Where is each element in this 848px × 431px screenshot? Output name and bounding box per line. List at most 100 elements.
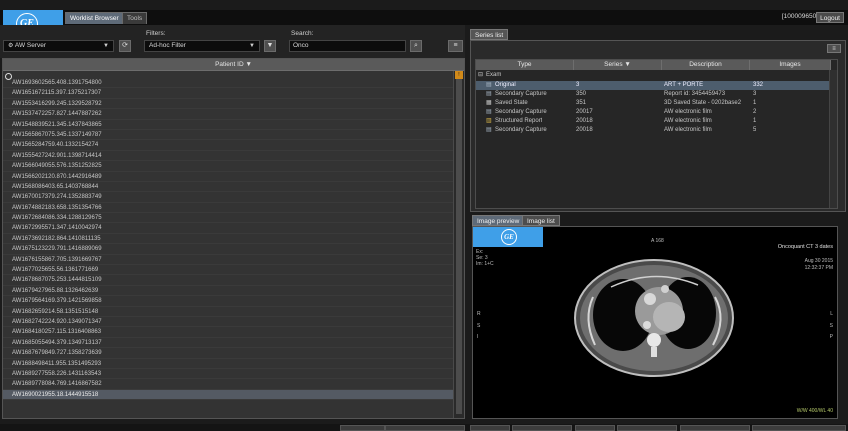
series-type-cell: Secondary Capture [495, 127, 547, 133]
search-icon: ⌕ [414, 42, 418, 49]
source-select[interactable]: ⚙ AW Server ▼ [3, 40, 114, 52]
server-icon: ⚙ [8, 43, 14, 49]
patient-row[interactable]: AW1688498411.955.1351495293 [3, 359, 454, 369]
bottom-toolbar-segment[interactable] [470, 425, 510, 431]
series-list-panel: ≡ Type Series ▼ Description Images ⊟ Exa… [470, 40, 846, 212]
patient-row[interactable]: AW1565867075.345.1337149787 [3, 130, 454, 141]
patient-row[interactable]: AW1687679849.727.1358273639 [3, 348, 454, 359]
bottom-toolbar-segment[interactable] [680, 425, 750, 431]
patient-row[interactable]: AW1689277558.226.1431163543 [3, 369, 454, 380]
patient-list-scrollbar[interactable]: ! [453, 71, 464, 418]
tab-worklist-browser[interactable]: Worklist Browser [65, 12, 124, 24]
series-row[interactable]: ▦ Saved State 351 3D Saved State - 0202base… [476, 99, 837, 108]
list-options-button[interactable]: ≡ [448, 40, 463, 52]
exam-group-row[interactable]: ⊟ Exam [476, 71, 837, 80]
patient-row[interactable]: AW1566202120.870.1442916489 [3, 172, 454, 182]
series-images-cell: 2 [753, 109, 757, 115]
filter-button[interactable]: ▼ [264, 40, 276, 52]
patient-row[interactable]: AW1566049055.576.1351252825 [3, 161, 454, 172]
series-images-cell: 1 [753, 100, 757, 106]
patient-rows: AW1693602565.408.1391754800 AW1651672115.… [3, 78, 454, 419]
patient-row[interactable]: AW1693602565.408.1391754800 [3, 78, 454, 89]
patient-row[interactable]: AW1679564169.379.1421569858 [3, 296, 454, 307]
patient-row[interactable]: AW1674882183.658.1351354766 [3, 203, 454, 214]
series-type-cell: Secondary Capture [495, 91, 547, 97]
patient-row[interactable]: AW1677025655.56.1361771669 [3, 265, 454, 276]
patient-row[interactable]: AW1679427965.88.1326462639 [3, 286, 454, 297]
patient-row[interactable]: AW1685055494.379.1349713137 [3, 338, 454, 349]
bottom-toolbar-segment[interactable] [575, 425, 615, 431]
image-viewer[interactable]: GE A 168 Oncoquant CT 3 dates Aug 30 201… [472, 226, 838, 419]
series-row[interactable]: ▤ Secondary Capture 20018 AW electronic fil… [476, 126, 837, 135]
series-number-cell: 351 [576, 100, 587, 106]
menu-icon: ≡ [832, 46, 836, 52]
image-stack-icon: ▤ [486, 127, 492, 133]
chevron-down-icon: ▼ [103, 43, 109, 49]
bottom-toolbar-segment[interactable] [385, 425, 465, 431]
tab-series-list[interactable]: Series list [470, 29, 509, 40]
series-row[interactable]: ▤ Secondary Capture 20017 AW electronic fil… [476, 108, 837, 117]
series-number-cell: 3 [576, 82, 580, 88]
bottom-toolbar-segment[interactable] [617, 425, 677, 431]
patient-row[interactable]: AW1651672115.397.1375217307 [3, 88, 454, 99]
exam-group-label: Exam [486, 72, 502, 78]
series-description-cell: AW electronic film [664, 118, 712, 124]
bottom-toolbar-segment[interactable] [512, 425, 572, 431]
patient-row[interactable]: AW1670017379.274.1352883749 [3, 192, 454, 203]
series-description-cell: 3D Saved State - 0202base2 [664, 100, 742, 106]
series-images-cell: 1 [753, 118, 757, 124]
patient-row[interactable]: AW1676155867.705.1391669767 [3, 255, 454, 266]
patient-row[interactable]: AW1568086403.65.1403768844 [3, 182, 454, 193]
patient-row[interactable]: AW1689778084.769.1416867582 [3, 379, 454, 390]
patient-row[interactable]: AW1565284759.40.1332154274 [3, 140, 454, 151]
filter-icon: ▼ [266, 42, 274, 49]
series-number-cell: 20018 [576, 118, 593, 124]
tab-image-preview[interactable]: Image preview [472, 215, 525, 226]
scrollbar-thumb[interactable] [456, 79, 462, 414]
patient-row[interactable]: AW1537472257.827.1447887262 [3, 109, 454, 120]
patient-id-column-header[interactable]: Patient ID ▼ [3, 59, 464, 71]
refresh-button[interactable]: ⟳ [119, 40, 131, 52]
patient-row[interactable]: AW1555427242.901.1398714414 [3, 151, 454, 162]
logout-button[interactable]: Logout [816, 12, 844, 23]
patient-row[interactable]: AW1678687075.253.1444815109 [3, 275, 454, 286]
series-type-cell: Original [495, 82, 516, 88]
search-label: Search: [291, 30, 314, 37]
series-table: Type Series ▼ Description Images ⊟ Exam … [475, 59, 838, 209]
source-select-value: AW Server [14, 42, 47, 49]
series-scrollbar[interactable] [829, 70, 837, 208]
series-column-series[interactable]: Series ▼ [574, 60, 662, 70]
patient-row[interactable]: AW1682659214.58.1351515148 [3, 307, 454, 317]
bottom-toolbar-segment[interactable] [340, 425, 385, 431]
patient-row[interactable]: AW1690021955.18.1444915518 [3, 389, 454, 401]
patient-row[interactable]: AW1672684086.334.1288129675 [3, 213, 454, 224]
tab-tools[interactable]: Tools [122, 12, 148, 24]
image-stack-icon: ▤ [486, 82, 492, 88]
patient-row[interactable]: AW1673692182.864.1410811135 [3, 234, 454, 245]
search-input[interactable]: Onco [289, 40, 406, 52]
series-type-cell: Secondary Capture [495, 109, 547, 115]
bottom-toolbar-segment[interactable] [752, 425, 846, 431]
series-row[interactable]: ▤ Original 3 ART + PORTE 332 [476, 81, 837, 90]
patient-row[interactable]: AW1672995571.347.1410042974 [3, 223, 454, 234]
series-row[interactable]: ▤ Secondary Capture 350 Report id: 34544594… [476, 90, 837, 99]
series-type-cell: Saved State [495, 100, 528, 106]
series-options-button[interactable]: ≡ [827, 44, 841, 53]
search-button[interactable]: ⌕ [410, 40, 422, 52]
series-column-description[interactable]: Description [662, 60, 750, 70]
series-number-cell: 350 [576, 91, 587, 97]
refresh-icon: ⟳ [122, 42, 128, 49]
patient-row[interactable]: AW1548839521.345.1437843865 [3, 120, 454, 130]
tab-image-list[interactable]: Image list [522, 215, 560, 226]
patient-row[interactable]: AW1682742224.920.1349071347 [3, 317, 454, 328]
filter-select[interactable]: Ad-hoc Filter ▼ [144, 40, 260, 52]
expand-icon[interactable]: ⊟ [478, 71, 483, 80]
patient-row[interactable]: AW1553416299.245.1329528792 [3, 99, 454, 110]
ct-scan-image [574, 259, 734, 377]
series-column-type[interactable]: Type [476, 60, 574, 70]
series-row[interactable]: ▥ Structured Report 20018 AW electronic fil… [476, 117, 837, 126]
patient-row[interactable]: AW1675123229.791.1416889069 [3, 244, 454, 255]
series-column-images[interactable]: Images [750, 60, 831, 70]
patient-row[interactable]: AW1684180257.115.1316408863 [3, 327, 454, 338]
series-description-cell: Report id: 3454459473 [664, 91, 726, 97]
